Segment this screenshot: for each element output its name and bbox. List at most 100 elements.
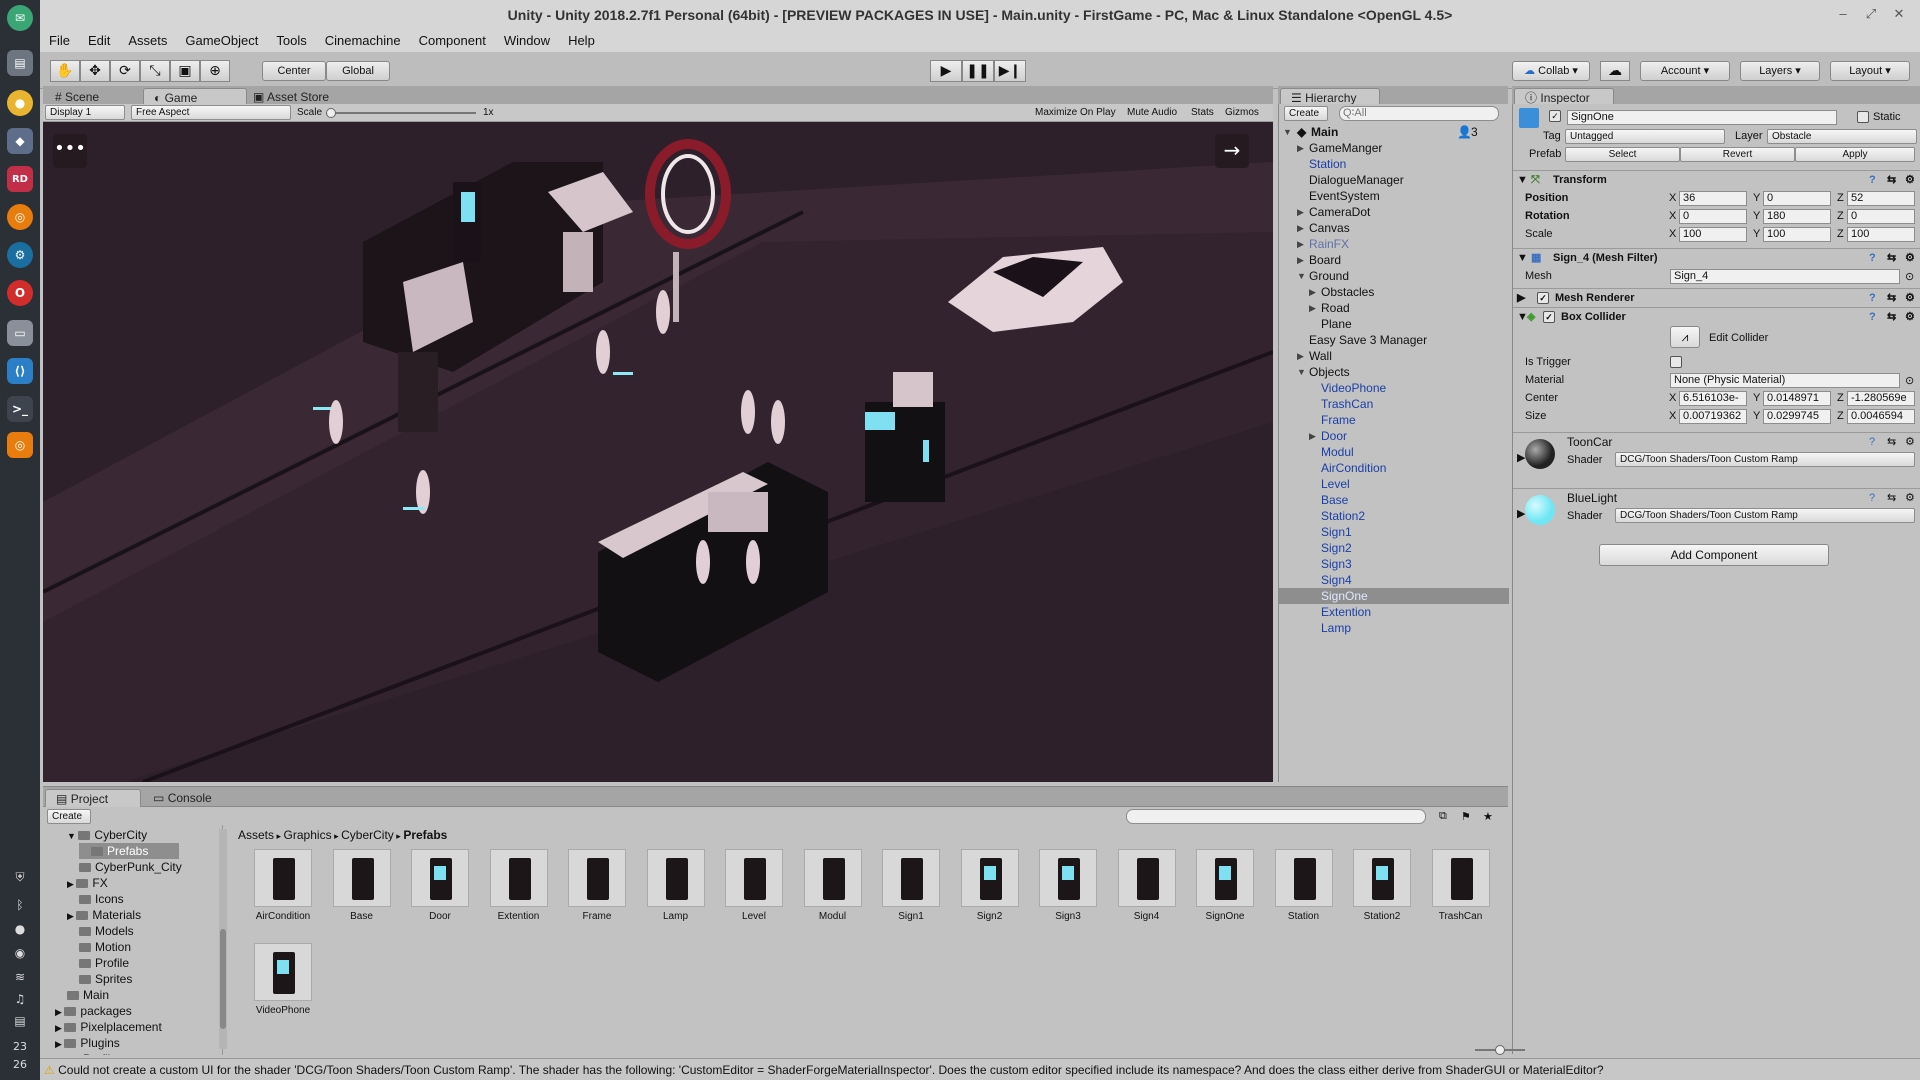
wifi-tray-icon[interactable]: ≋ xyxy=(9,970,31,988)
prefab-select-button[interactable]: Select xyxy=(1565,147,1680,162)
folder-tree-item[interactable]: Profile xyxy=(67,955,129,971)
mute-audio-toggle[interactable]: Mute Audio xyxy=(1123,105,1181,121)
blender2-app-icon[interactable]: ◎ xyxy=(7,432,33,458)
hierarchy-item[interactable]: Extention xyxy=(1279,604,1509,620)
filter-label-icon[interactable]: ⚑ xyxy=(1461,810,1471,823)
prefab-asset[interactable]: Sign1 xyxy=(878,849,944,922)
game-viewport[interactable]: ••• → xyxy=(43,122,1273,782)
collab-dropdown[interactable]: ☁ Collab ▾ xyxy=(1512,61,1590,81)
folder-tree-item[interactable]: Sprites xyxy=(67,971,132,987)
add-component-button[interactable]: Add Component xyxy=(1599,544,1829,566)
settings-gear-icon[interactable]: ⚙ xyxy=(1905,433,1915,451)
hierarchy-item[interactable]: ▼ Objects xyxy=(1279,364,1509,380)
unity-app-icon[interactable]: ◆ xyxy=(7,128,33,154)
prefab-asset[interactable]: Lamp xyxy=(643,849,709,922)
expand-arrow-icon[interactable]: ▶ xyxy=(55,1023,64,1033)
folder-tree-item[interactable]: ▶ Materials xyxy=(67,907,141,923)
shader-dropdown[interactable]: DCG/Toon Shaders/Toon Custom Ramp xyxy=(1615,508,1915,523)
more-options-icon[interactable]: ••• xyxy=(53,134,87,168)
display-dropdown[interactable]: Display 1 xyxy=(45,105,125,120)
prefab-asset[interactable]: TrashCan xyxy=(1428,849,1494,922)
shield-tray-icon[interactable]: ⛨ xyxy=(9,870,31,888)
hierarchy-item[interactable]: ▼ Ground xyxy=(1279,268,1509,284)
prefab-asset[interactable]: Station xyxy=(1271,849,1337,922)
preset-icon[interactable]: ⇆ xyxy=(1887,289,1896,307)
chrome-tray-icon[interactable]: ● xyxy=(9,922,31,940)
hierarchy-item[interactable]: Sign4 xyxy=(1279,572,1509,588)
hierarchy-search-input[interactable]: Q∶All xyxy=(1339,106,1499,121)
preset-icon[interactable]: ⇆ xyxy=(1887,433,1896,451)
rect-tool-icon[interactable]: ▣ xyxy=(170,60,200,82)
steam-app-icon[interactable]: ⚙ xyxy=(7,242,33,268)
is-trigger-checkbox[interactable] xyxy=(1670,356,1682,368)
hierarchy-item[interactable]: Easy Save 3 Manager xyxy=(1279,332,1509,348)
filter-type-icon[interactable]: ⧉ xyxy=(1439,810,1447,823)
folder-tree-item[interactable]: ▶ Pixelplacement xyxy=(55,1019,162,1035)
hierarchy-item[interactable]: EventSystem xyxy=(1279,188,1509,204)
hierarchy-item[interactable]: ▶ Obstacles xyxy=(1279,284,1509,300)
hierarchy-item[interactable]: Sign2 xyxy=(1279,540,1509,556)
expand-arrow-icon[interactable]: ▶ xyxy=(1297,348,1304,364)
messenger-app-icon[interactable]: ✉ xyxy=(7,5,33,31)
play-icon[interactable]: ▶ xyxy=(930,60,962,82)
prefab-revert-button[interactable]: Revert xyxy=(1680,147,1795,162)
step-icon[interactable]: ▶❙ xyxy=(994,60,1026,82)
expand-arrow-icon[interactable]: ▶ xyxy=(1309,300,1316,316)
transform-tool-icon[interactable]: ⊕ xyxy=(200,60,230,82)
gameobject-name-input[interactable]: SignOne xyxy=(1567,110,1837,125)
prefab-asset[interactable]: Station2 xyxy=(1349,849,1415,922)
folder-app-icon[interactable]: ▭ xyxy=(7,320,33,346)
opera-app-icon[interactable]: O xyxy=(7,280,33,306)
prefab-asset[interactable]: SignOne xyxy=(1192,849,1258,922)
gizmos-dropdown[interactable]: Gizmos xyxy=(1221,105,1263,121)
help-icon[interactable]: ? xyxy=(1869,289,1876,307)
hierarchy-item[interactable]: VideoPhone xyxy=(1279,380,1509,396)
help-icon[interactable]: ? xyxy=(1869,171,1876,189)
scale-slider[interactable] xyxy=(326,108,476,118)
menu-gameobject[interactable]: GameObject xyxy=(176,30,267,52)
expand-arrow-icon[interactable]: ▶ xyxy=(55,1007,64,1017)
project-search-input[interactable] xyxy=(1126,809,1426,824)
stats-toggle[interactable]: Stats xyxy=(1187,105,1218,121)
settings-gear-icon[interactable]: ⚙ xyxy=(1905,171,1915,189)
breadcrumb-item[interactable]: Assets xyxy=(238,828,274,842)
hierarchy-item[interactable]: Level xyxy=(1279,476,1509,492)
pause-icon[interactable]: ❚❚ xyxy=(962,60,994,82)
move-tool-icon[interactable]: ✥ xyxy=(80,60,110,82)
mesh-filter-header[interactable]: ▼ ▦ Sign_4 (Mesh Filter)? ⇆ ⚙ xyxy=(1513,248,1920,266)
box-collider-header[interactable]: ▼ ◈ ✓ Box Collider? ⇆ ⚙ xyxy=(1513,307,1920,325)
breadcrumb-item[interactable]: CyberCity xyxy=(341,828,394,842)
help-icon[interactable]: ? xyxy=(1869,433,1875,451)
cloud-services-icon[interactable]: ☁ xyxy=(1600,61,1630,81)
expand-arrow-icon[interactable]: ▶ xyxy=(1309,284,1316,300)
hierarchy-item[interactable]: ▶ Road xyxy=(1279,300,1509,316)
static-checkbox[interactable] xyxy=(1857,111,1869,123)
rot-z-field[interactable]: 0 xyxy=(1847,209,1915,224)
active-checkbox[interactable]: ✓ xyxy=(1549,110,1561,122)
mesh-renderer-header[interactable]: ▶ ✓ Mesh Renderer? ⇆ ⚙ xyxy=(1513,288,1920,306)
status-bar[interactable]: ⚠ Could not create a custom UI for the s… xyxy=(40,1058,1920,1080)
pivot-global-button[interactable]: Global xyxy=(326,61,390,81)
restore-button[interactable]: ⤢ xyxy=(1858,0,1884,28)
size-y-field[interactable]: 0.0299745 xyxy=(1763,409,1831,424)
prefab-asset[interactable]: VideoPhone xyxy=(250,943,316,1016)
hierarchy-item[interactable]: Plane xyxy=(1279,316,1509,332)
folder-tree-item[interactable]: Prefabs xyxy=(79,843,179,859)
tree-scrollbar-thumb[interactable] xyxy=(220,929,226,1029)
hierarchy-item[interactable]: SignOne xyxy=(1279,588,1509,604)
preset-icon[interactable]: ⇆ xyxy=(1887,249,1896,267)
hierarchy-item[interactable]: ▶ Board xyxy=(1279,252,1509,268)
preset-icon[interactable]: ⇆ xyxy=(1887,308,1896,326)
prefab-asset[interactable]: Door xyxy=(407,849,473,922)
folder-tree-item[interactable]: ▶ Plugins xyxy=(55,1035,120,1051)
menu-window[interactable]: Window xyxy=(495,30,559,52)
expand-arrow-icon[interactable]: ▶ xyxy=(55,1039,64,1049)
physic-material-field[interactable]: None (Physic Material) xyxy=(1670,373,1900,388)
expand-arrow-icon[interactable]: ▶ xyxy=(1297,236,1304,252)
tab-project[interactable]: ▤ Project xyxy=(45,789,141,807)
hierarchy-scene-root[interactable]: ▼ ◆ Main 👤 3 xyxy=(1279,124,1509,140)
center-z-field[interactable]: -1.280569e xyxy=(1847,391,1915,406)
nvidia-tray-icon[interactable]: ◉ xyxy=(9,946,31,964)
hierarchy-item[interactable]: DialogueManager xyxy=(1279,172,1509,188)
hierarchy-item[interactable]: ▶ RainFX xyxy=(1279,236,1509,252)
